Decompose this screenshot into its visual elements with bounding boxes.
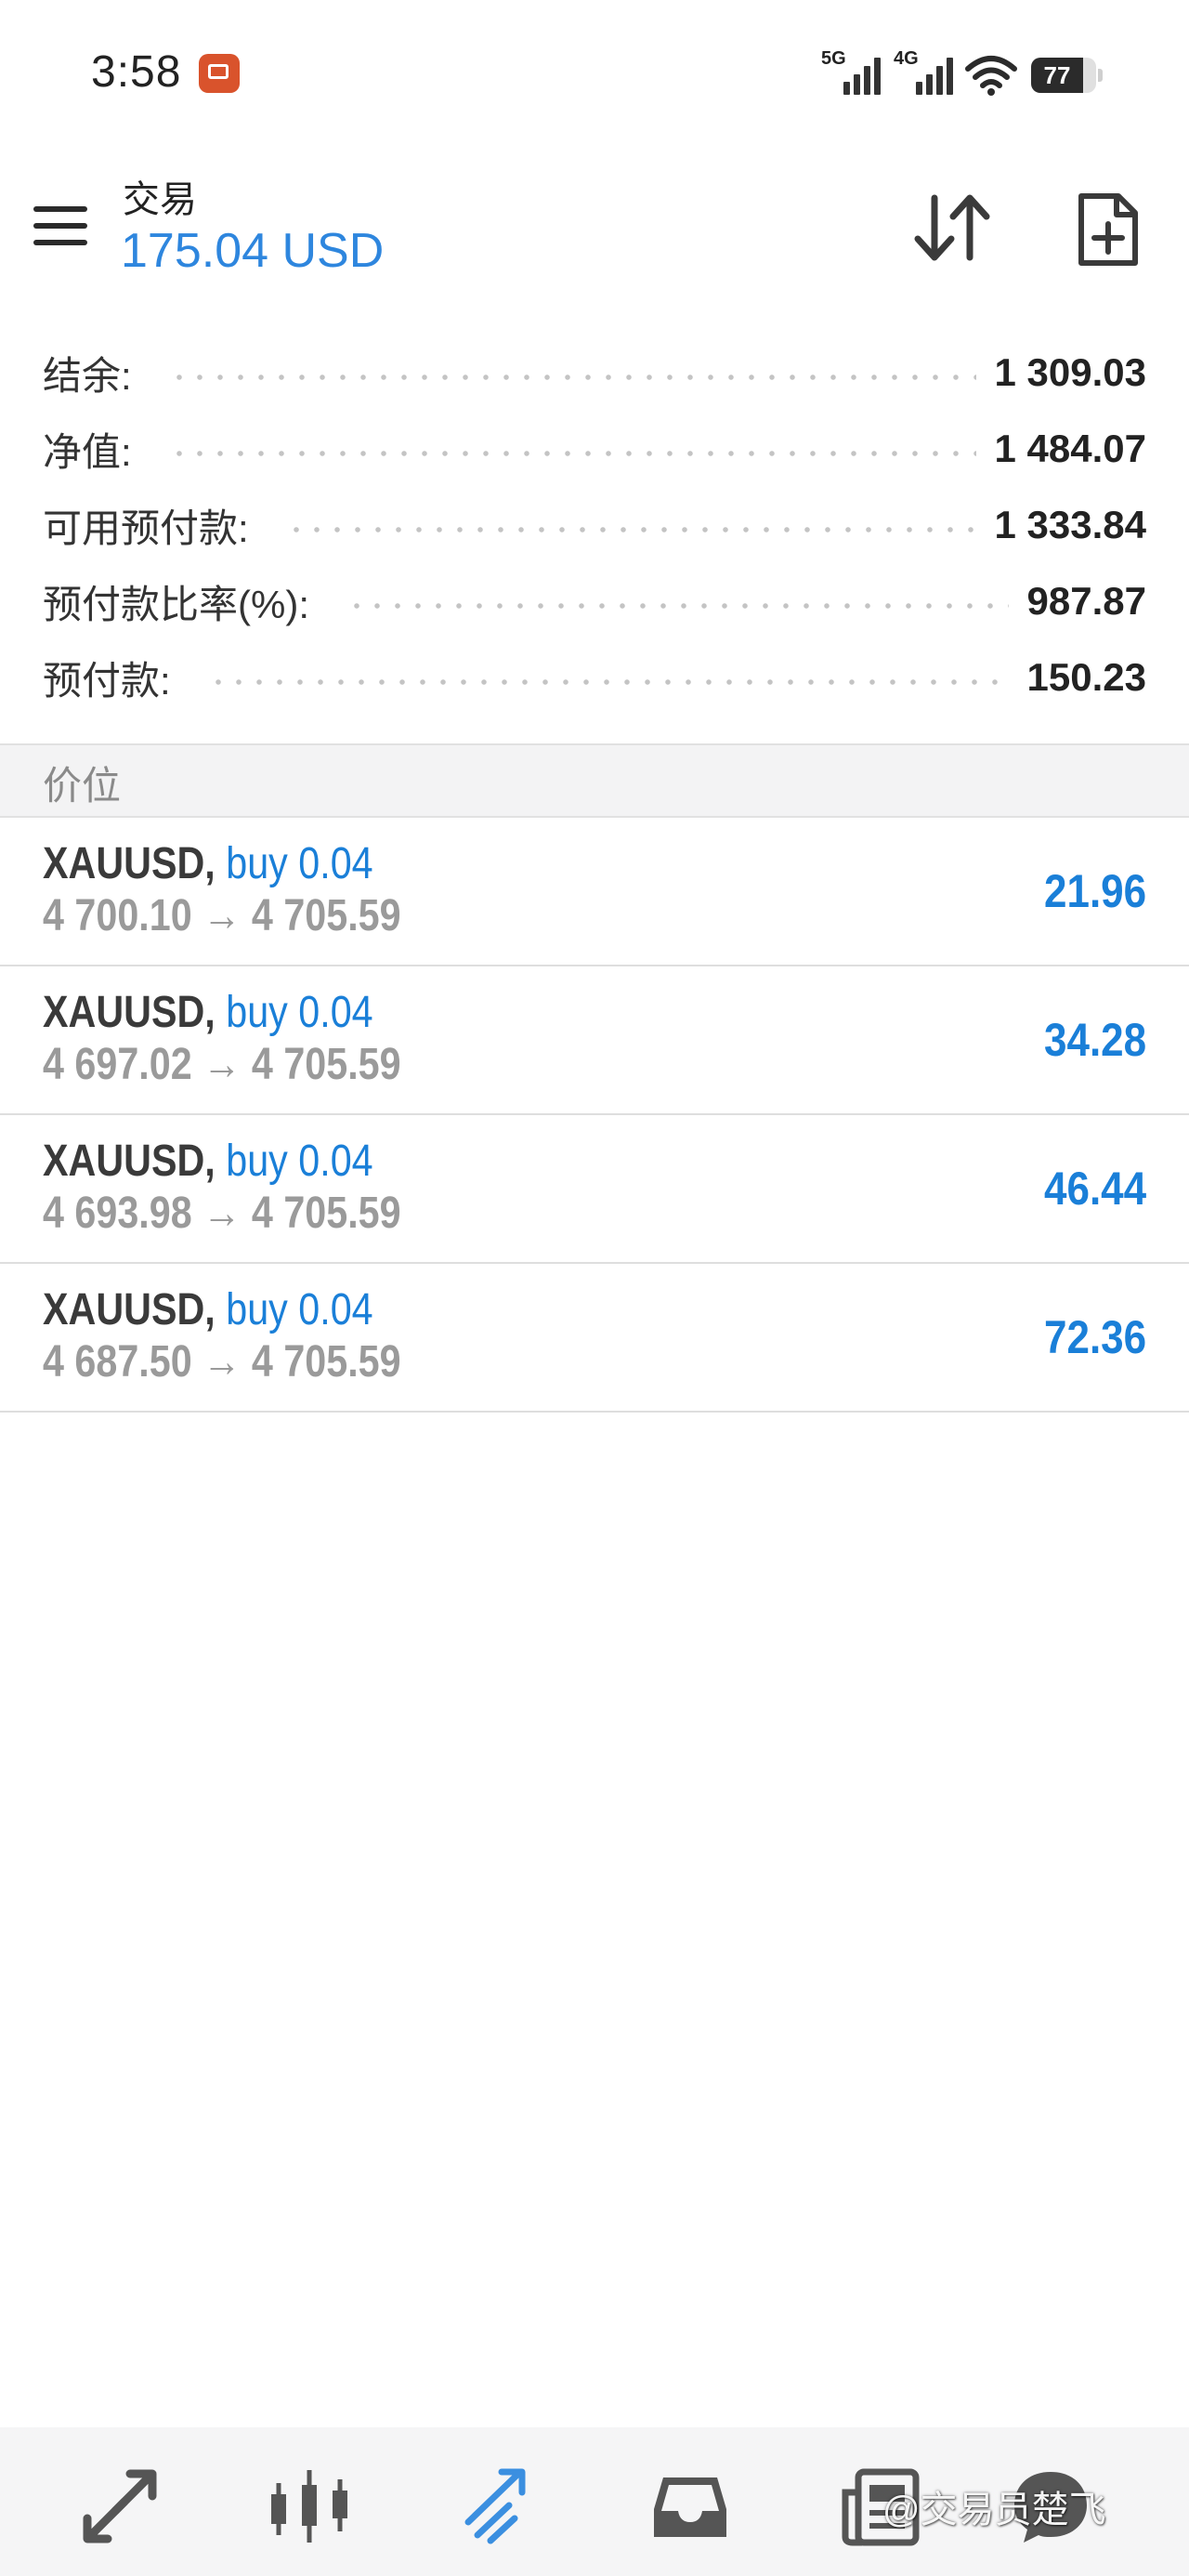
app-header: 交易 175.04 USD xyxy=(0,149,1189,307)
summary-value: 987.87 xyxy=(1026,579,1146,623)
position-profit: 72.36 xyxy=(1043,1311,1146,1363)
summary-label: 结余: xyxy=(43,353,132,398)
dot-leader xyxy=(285,525,976,534)
position-row[interactable]: XAUUSD, buy 0.04 4 687.50 → 4 705.59 72.… xyxy=(0,1264,1189,1413)
position-profit: 46.44 xyxy=(1043,1163,1146,1215)
battery-icon: 77 xyxy=(1031,58,1103,93)
summary-value: 1 309.03 xyxy=(994,350,1147,394)
position-prices: 4 697.02 → 4 705.59 xyxy=(43,1040,401,1089)
sort-icon[interactable] xyxy=(910,191,994,265)
wifi-icon xyxy=(965,56,1017,96)
position-side: buy 0.04 xyxy=(226,1285,373,1334)
summary-value: 1 333.84 xyxy=(994,503,1147,546)
position-row[interactable]: XAUUSD, buy 0.04 4 697.02 → 4 705.59 34.… xyxy=(0,966,1189,1115)
positions-section-header: 价位 xyxy=(0,743,1189,818)
position-side: buy 0.04 xyxy=(226,839,373,888)
position-symbol: XAUUSD, xyxy=(43,1137,216,1186)
position-row[interactable]: XAUUSD, buy 0.04 4 700.10 → 4 705.59 21.… xyxy=(0,818,1189,966)
watermark: @交易员楚飞 xyxy=(882,2490,1106,2530)
signal-4g-icon: 4G xyxy=(894,48,960,97)
screen-cast-icon xyxy=(199,54,240,93)
position-symbol: XAUUSD, xyxy=(43,839,216,888)
status-bar: 3:58 5G 4G 77 xyxy=(0,0,1189,149)
network-label-5g: 5G xyxy=(821,48,846,69)
signal-5g-icon: 5G xyxy=(821,48,888,97)
new-order-icon[interactable] xyxy=(1076,191,1141,269)
trade-icon[interactable] xyxy=(459,2464,542,2548)
dot-leader xyxy=(346,601,1009,611)
summary-row-balance: 结余: 1 309.03 xyxy=(0,335,1189,411)
dot-leader xyxy=(207,677,1009,687)
position-title: XAUUSD, buy 0.04 xyxy=(43,1284,373,1335)
summary-value: 150.23 xyxy=(1026,655,1146,699)
quotes-icon[interactable] xyxy=(78,2464,162,2548)
battery-level: 77 xyxy=(1043,61,1071,89)
dot-leader xyxy=(168,373,976,382)
summary-label: 预付款: xyxy=(43,658,171,703)
summary-row-free-margin: 可用预付款: 1 333.84 xyxy=(0,487,1189,563)
status-time: 3:58 xyxy=(91,47,182,97)
chart-icon[interactable] xyxy=(268,2464,351,2548)
position-prices: 4 693.98 → 4 705.59 xyxy=(43,1189,401,1238)
position-row[interactable]: XAUUSD, buy 0.04 4 693.98 → 4 705.59 46.… xyxy=(0,1115,1189,1264)
position-symbol: XAUUSD, xyxy=(43,988,216,1037)
positions-list: XAUUSD, buy 0.04 4 700.10 → 4 705.59 21.… xyxy=(0,818,1189,1413)
page-title: 交易 xyxy=(123,179,197,220)
dot-leader xyxy=(168,449,976,458)
summary-label: 可用预付款: xyxy=(43,506,249,550)
summary-label: 预付款比率(%): xyxy=(43,582,309,626)
position-title: XAUUSD, buy 0.04 xyxy=(43,838,373,889)
summary-row-margin: 预付款: 150.23 xyxy=(0,639,1189,716)
position-symbol: XAUUSD, xyxy=(43,1285,216,1334)
summary-row-margin-level: 预付款比率(%): 987.87 xyxy=(0,563,1189,639)
section-title: 价位 xyxy=(43,764,122,808)
network-label-4g: 4G xyxy=(894,48,919,69)
summary-label: 净值: xyxy=(43,429,132,474)
position-profit: 34.28 xyxy=(1043,1014,1146,1066)
position-profit: 21.96 xyxy=(1043,865,1146,917)
position-side: buy 0.04 xyxy=(226,1137,373,1186)
history-icon[interactable] xyxy=(648,2464,732,2548)
summary-row-equity: 净值: 1 484.07 xyxy=(0,411,1189,487)
account-summary: 结余: 1 309.03 净值: 1 484.07 可用预付款: 1 333.8… xyxy=(0,335,1189,716)
position-side: buy 0.04 xyxy=(226,988,373,1037)
position-prices: 4 700.10 → 4 705.59 xyxy=(43,891,401,940)
hamburger-menu-icon[interactable] xyxy=(33,204,89,247)
summary-value: 1 484.07 xyxy=(994,427,1147,470)
position-prices: 4 687.50 → 4 705.59 xyxy=(43,1337,401,1387)
position-title: XAUUSD, buy 0.04 xyxy=(43,987,373,1038)
total-profit: 175.04 USD xyxy=(121,224,385,278)
position-title: XAUUSD, buy 0.04 xyxy=(43,1136,373,1187)
